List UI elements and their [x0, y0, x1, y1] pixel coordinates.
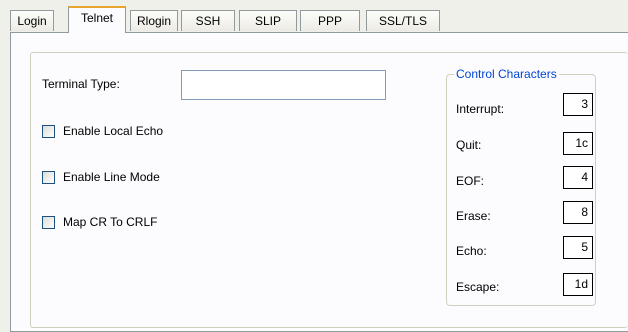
map-cr-to-crlf-checkbox[interactable] — [42, 216, 55, 229]
escape-field[interactable]: 1d — [563, 273, 593, 296]
eof-field[interactable]: 4 — [563, 166, 593, 189]
enable-local-echo-label: Enable Local Echo — [63, 124, 164, 138]
escape-label: Escape: — [456, 280, 500, 294]
tab-ppp[interactable]: PPP — [300, 10, 360, 31]
terminal-type-input[interactable] — [181, 70, 386, 100]
tab-strip: Login Telnet Rlogin SSH SLIP PPP SSL/TLS — [10, 0, 628, 34]
enable-line-mode-label: Enable Line Mode — [63, 170, 160, 184]
interrupt-field[interactable]: 3 — [563, 93, 593, 116]
tab-telnet[interactable]: Telnet — [68, 6, 126, 33]
enable-line-mode-checkbox[interactable] — [42, 171, 55, 184]
enable-local-echo-checkbox[interactable] — [42, 125, 55, 138]
tab-rlogin[interactable]: Rlogin — [130, 10, 178, 31]
tab-login[interactable]: Login — [10, 10, 54, 31]
tab-slip[interactable]: SLIP — [239, 10, 297, 31]
erase-label: Erase: — [456, 209, 491, 223]
echo-field[interactable]: 5 — [563, 236, 593, 259]
eof-label: EOF: — [456, 174, 485, 188]
erase-field[interactable]: 8 — [563, 201, 593, 224]
terminal-type-label: Terminal Type: — [42, 77, 120, 91]
interrupt-label: Interrupt: — [456, 102, 505, 116]
quit-field[interactable]: 1c — [563, 132, 593, 155]
quit-label: Quit: — [456, 138, 482, 152]
control-characters-title: Control Characters — [454, 67, 559, 81]
tab-ssl-tls[interactable]: SSL/TLS — [366, 10, 440, 31]
tab-ssh[interactable]: SSH — [181, 10, 235, 31]
echo-label: Echo: — [456, 244, 487, 258]
map-cr-to-crlf-label: Map CR To CRLF — [63, 215, 158, 229]
